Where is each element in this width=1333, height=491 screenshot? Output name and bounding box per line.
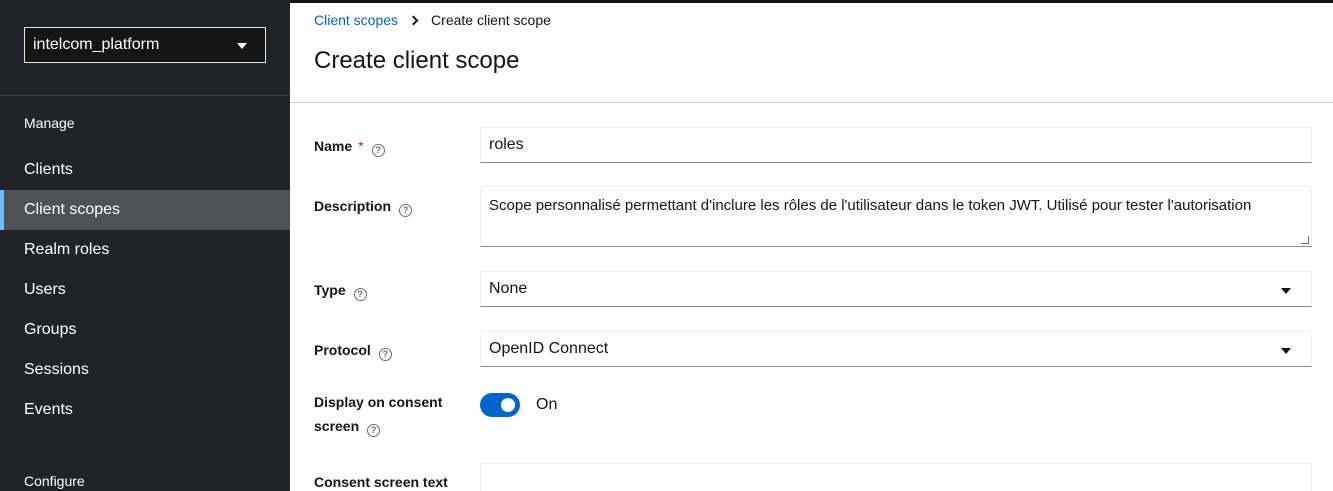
consent-label-line1: Display on consent: [314, 394, 443, 410]
consent-toggle-label: On: [536, 396, 558, 413]
consent-text-label: Consent screen text: [314, 470, 448, 491]
sidebar-item-label: Groups: [24, 321, 77, 338]
help-circle-icon[interactable]: ?: [367, 424, 381, 437]
sidebar-item-groups[interactable]: Groups: [0, 310, 290, 350]
resize-handle-icon[interactable]: [1301, 236, 1309, 244]
top-bar: [290, 0, 1333, 3]
sidebar: intelcom_platform Manage Clients Client …: [0, 0, 290, 491]
consent-label-second-line: screen?: [314, 414, 381, 438]
consent-label-line2: screen: [314, 418, 360, 434]
type-select-value: None: [489, 280, 528, 297]
description-textarea-value: Scope personnalisé permettant d'inclure …: [489, 197, 1252, 214]
sidebar-item-users[interactable]: Users: [0, 270, 290, 310]
help-circle-icon[interactable]: ?: [371, 144, 385, 157]
realm-name: intelcom_platform: [33, 36, 160, 53]
breadcrumb-link-client-scopes[interactable]: Client scopes: [314, 12, 398, 28]
description-label-text: Description: [314, 198, 392, 214]
help-circle-icon[interactable]: ?: [353, 288, 367, 301]
description-label: Description?: [314, 194, 413, 218]
sidebar-item-client-scopes[interactable]: Client scopes: [0, 190, 290, 230]
consent-label: Display on consent: [314, 390, 442, 414]
protocol-select[interactable]: OpenID Connect: [480, 331, 1312, 367]
sidebar-section-manage: Manage: [24, 115, 75, 131]
sidebar-item-realm-roles[interactable]: Realm roles: [0, 230, 290, 270]
sidebar-item-label: Client scopes: [24, 201, 121, 218]
consent-text-input[interactable]: [480, 463, 1312, 491]
protocol-label: Protocol?: [314, 338, 392, 362]
type-label-text: Type: [314, 282, 346, 298]
sidebar-item-label: Users: [24, 281, 66, 298]
page-title: Create client scope: [314, 47, 520, 74]
toggle-knob: [501, 398, 515, 412]
name-label: Name *?: [314, 134, 385, 158]
help-circle-icon[interactable]: ?: [378, 348, 392, 361]
required-asterisk: *: [358, 138, 364, 154]
name-input-value: roles: [489, 136, 524, 153]
type-select[interactable]: None: [480, 271, 1312, 307]
header-divider: [290, 102, 1333, 103]
description-textarea[interactable]: Scope personnalisé permettant d'inclure …: [480, 186, 1312, 247]
chevron-right-icon: [408, 15, 419, 25]
protocol-select-value: OpenID Connect: [489, 340, 609, 357]
caret-down-icon: [237, 43, 247, 49]
sidebar-item-clients[interactable]: Clients: [0, 150, 290, 190]
protocol-label-text: Protocol: [314, 342, 371, 358]
sidebar-item-label: Events: [24, 401, 73, 418]
consent-toggle[interactable]: [480, 393, 520, 417]
sidebar-divider: [0, 95, 290, 96]
realm-selector[interactable]: intelcom_platform: [24, 27, 266, 63]
sidebar-section-configure: Configure: [24, 473, 85, 489]
name-input[interactable]: roles: [480, 127, 1312, 163]
sidebar-item-events[interactable]: Events: [0, 390, 290, 430]
sidebar-item-sessions[interactable]: Sessions: [0, 350, 290, 390]
sidebar-item-label: Sessions: [24, 361, 89, 378]
breadcrumb: Client scopes Create client scope: [314, 12, 551, 28]
sidebar-item-label: Clients: [24, 161, 73, 178]
name-label-text: Name: [314, 138, 353, 154]
sidebar-item-label: Realm roles: [24, 241, 110, 258]
help-circle-icon[interactable]: ?: [399, 204, 413, 217]
caret-down-icon: [1281, 288, 1291, 294]
caret-down-icon: [1281, 348, 1291, 354]
type-label: Type?: [314, 278, 367, 302]
breadcrumb-current: Create client scope: [431, 12, 551, 28]
consent-text-label-text: Consent screen text: [314, 474, 448, 490]
